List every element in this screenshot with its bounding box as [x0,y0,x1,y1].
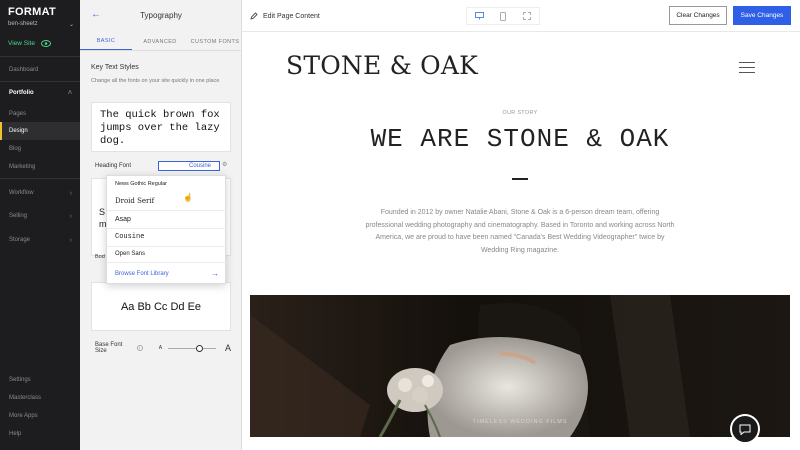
headline-divider [512,178,528,180]
arrow-right-icon: → [211,269,219,278]
browse-label: Browse Font Library [115,270,169,277]
clear-changes-button[interactable]: Clear Changes [669,6,727,25]
heading-font-preview: The quick brown fox jumps over the lazy … [91,102,231,152]
font-option[interactable]: Asap [115,216,131,223]
heading-font-select[interactable]: Cousine [158,161,220,171]
tab-advanced[interactable]: ADVANCED [132,33,188,50]
panel-title: Typography [140,11,182,20]
nav-item-more-apps[interactable]: More Apps [0,407,80,425]
account-name: ben-sheetz [8,21,38,27]
dropdown-divider [107,210,227,211]
desktop-icon[interactable] [475,12,485,20]
device-switcher [466,7,540,25]
nav-item-masterclass[interactable]: Masterclass [0,389,80,407]
nav-item-marketing[interactable]: Marketing [0,158,80,176]
nav-label: Help [9,431,22,437]
nav-label: Marketing [9,164,36,170]
nav-label: Portfolio [9,90,34,96]
chevron-right-icon: › [69,236,72,244]
nav-label: Settings [9,377,31,383]
browse-font-library-link[interactable]: Browse Font Library → [115,269,219,278]
chevron-down-icon: ⌄ [68,22,74,28]
nav-label: More Apps [9,413,38,419]
nav-label: Storage [9,237,31,243]
typography-tabs: BASIC ADVANCED CUSTOM FONTS [80,33,242,51]
nav-label: Blog [9,146,22,152]
account-switcher[interactable]: ben-sheetz ⌄ [8,21,74,28]
nav-divider [0,81,80,82]
nav-item-pages[interactable]: Pages [0,105,80,123]
slider-track [168,347,217,349]
nav-item-settings[interactable]: Settings [0,371,80,389]
editor-toolbar: Edit Page Content Clear Changes Save Cha… [242,0,800,32]
wedding-photo: TIMELESS WEDDING FILMS [250,295,790,437]
tab-basic[interactable]: BASIC [80,33,132,50]
base-font-size-slider[interactable] [168,344,217,352]
size-small-icon: A [158,345,163,351]
sample-letters-preview: Aa Bb Cc Dd Ee [91,282,231,331]
page-headline: WE ARE STONE & OAK [370,124,670,154]
font-option[interactable]: Open Sans [115,251,145,257]
gear-icon[interactable]: ⚙ [222,161,227,168]
nav-item-design[interactable]: Design [0,122,80,140]
section-title: Key Text Styles [91,64,139,71]
nav-item-help[interactable]: Help [0,425,80,443]
nav-item-workflow[interactable]: Workflow › [0,184,80,202]
section-eyebrow: OUR STORY [502,110,538,116]
nav-label: Pages [9,111,27,117]
pointer-cursor-icon: ☝ [183,193,193,202]
nav-item-storage[interactable]: Storage › [0,231,80,249]
nav-divider [0,178,80,179]
tab-custom-fonts[interactable]: CUSTOM FONTS [188,33,242,50]
dropdown-divider [107,262,227,263]
edit-label: Edit Page Content [263,12,320,20]
nav-divider [0,56,80,57]
view-site-label: View Site [8,40,35,47]
chevron-right-icon: › [69,212,72,220]
font-option[interactable]: Droid Serif [115,197,154,205]
info-icon[interactable]: i [136,345,143,351]
slider-thumb[interactable] [195,344,203,352]
main-nav: FORMAT ben-sheetz ⌄ View Site Dashboard … [0,0,80,450]
nav-label: Selling [9,213,28,219]
base-font-size-label: Base Font Size [95,342,123,354]
nav-label: Masterclass [9,395,42,401]
nav-item-blog[interactable]: Blog [0,140,80,158]
edit-page-content-button[interactable]: Edit Page Content [250,12,320,20]
font-dropdown: News Gothic Regular Droid Serif Asap Cou… [106,175,227,284]
hamburger-menu-icon[interactable] [739,62,755,77]
format-logo: FORMAT [8,6,57,18]
chat-button[interactable] [730,414,760,444]
view-site-link[interactable]: View Site [8,40,51,47]
dropdown-divider [107,246,227,247]
wedding-photo-image [250,295,790,437]
mobile-icon[interactable] [500,11,507,21]
nav-item-selling[interactable]: Selling › [0,207,80,225]
chevron-up-icon: ˄ [67,89,72,97]
font-option[interactable]: News Gothic Regular [115,181,167,187]
about-paragraph: Founded in 2012 by owner Natalie Abani, … [365,209,675,254]
eye-icon [40,40,51,47]
nav-item-dashboard[interactable]: Dashboard [0,61,80,79]
size-large-icon: A [224,343,231,353]
body-font-label: Bod [95,254,105,260]
nav-item-portfolio[interactable]: Portfolio ˄ [0,84,80,102]
heading-font-label: Heading Font [95,163,132,169]
section-description: Change all the fonts on your site quickl… [91,78,220,84]
base-font-size-row: Base Font Size i A A [95,342,231,354]
photo-caption: TIMELESS WEDDING FILMS [472,419,568,425]
nav-label: Design [9,128,28,134]
save-changes-button[interactable]: Save Changes [733,6,791,25]
font-option[interactable]: Cousine [115,233,144,241]
fullscreen-icon[interactable] [522,12,531,20]
pencil-icon [250,12,258,20]
chevron-right-icon: › [69,189,72,197]
nav-label: Dashboard [9,67,39,73]
nav-label: Workflow [9,190,34,196]
chat-bubble-icon [739,424,751,435]
site-logo[interactable]: STONE & OAK [286,51,478,80]
body-preview-text: S [99,207,106,217]
dropdown-divider [107,228,227,229]
